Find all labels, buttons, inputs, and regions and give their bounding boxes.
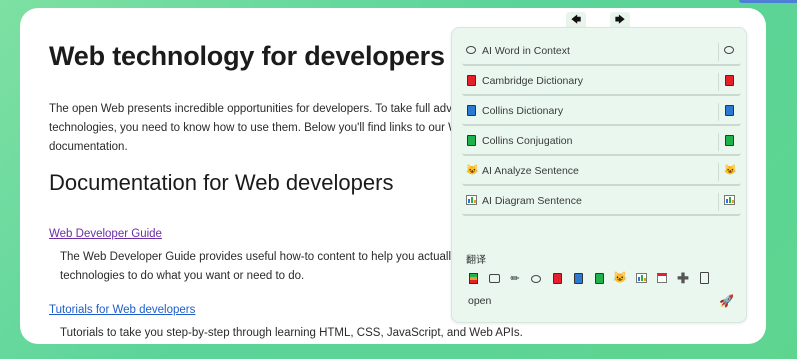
- plus-icon[interactable]: ✚: [676, 270, 690, 286]
- chat-icon[interactable]: [487, 271, 501, 285]
- web-developer-guide-link[interactable]: Web Developer Guide: [49, 228, 162, 240]
- cat-icon: 😺: [466, 165, 479, 176]
- speech-bubble-icon[interactable]: [529, 271, 543, 285]
- cat-icon[interactable]: 😺: [613, 271, 627, 285]
- menu-item-ai-word-in-context[interactable]: AI Word in Context: [462, 40, 741, 66]
- document-content: Web technology for developers The open W…: [49, 8, 479, 344]
- menu-item-label: AI Word in Context: [482, 45, 570, 57]
- menu-item-collins-dictionary[interactable]: Collins Dictionary: [462, 100, 741, 126]
- menu-item-label: AI Analyze Sentence: [482, 165, 579, 177]
- section-heading: Documentation for Web developers: [49, 170, 394, 195]
- open-label[interactable]: open: [468, 295, 491, 307]
- calendar-icon[interactable]: [655, 271, 669, 285]
- speech-bubble-icon[interactable]: [724, 45, 736, 57]
- green-book-icon: [466, 135, 478, 147]
- intro-paragraph-line-1: The open Web presents incredible opportu…: [49, 103, 459, 115]
- menu-item-ai-diagram-sentence[interactable]: AI Diagram Sentence: [462, 190, 741, 216]
- menu-item-label: Collins Conjugation: [482, 135, 573, 147]
- tutorials-link[interactable]: Tutorials for Web developers: [49, 304, 195, 316]
- red-book-icon[interactable]: [724, 75, 736, 87]
- menu-item-collins-conjugation[interactable]: Collins Conjugation: [462, 130, 741, 156]
- speech-bubble-icon: [466, 45, 478, 57]
- dictionary-popup-panel: AI Word in Context Cambridge Dictionary …: [451, 27, 747, 323]
- blue-book-icon[interactable]: [724, 105, 736, 117]
- menu-item-label: AI Diagram Sentence: [482, 195, 582, 207]
- pencil-icon[interactable]: ✏: [508, 271, 522, 285]
- bar-chart-icon: [466, 195, 478, 207]
- clipboard-icon[interactable]: [697, 271, 711, 285]
- menu-item-cambridge-dictionary[interactable]: Cambridge Dictionary: [462, 70, 741, 96]
- rocket-icon[interactable]: 🚀: [719, 294, 734, 308]
- red-book-icon: [466, 75, 478, 87]
- popup-toolbar: ✏ 😺 ✚: [466, 270, 711, 286]
- book-stack-icon[interactable]: [466, 271, 480, 285]
- bar-chart-icon[interactable]: [634, 271, 648, 285]
- page-title: Web technology for developers: [49, 41, 445, 71]
- blue-book-icon: [466, 105, 478, 117]
- translate-label: 翻译: [466, 255, 486, 266]
- guide-description-line-1: The Web Developer Guide provides useful …: [60, 251, 457, 263]
- cat-icon[interactable]: 😺: [724, 165, 736, 177]
- green-book-icon[interactable]: [592, 271, 606, 285]
- tutorials-description: Tutorials to take you step-by-step throu…: [60, 327, 523, 339]
- intro-paragraph-line-2: technologies, you need to know how to us…: [49, 122, 460, 134]
- bar-chart-icon[interactable]: [724, 195, 736, 207]
- top-accent-bar: [739, 0, 797, 3]
- blue-book-icon[interactable]: [571, 271, 585, 285]
- intro-paragraph-line-3: documentation.: [49, 141, 128, 153]
- guide-description-line-2: technologies to do what you want or need…: [60, 270, 305, 282]
- menu-item-ai-analyze-sentence[interactable]: 😺 AI Analyze Sentence 😺: [462, 160, 741, 186]
- menu-item-label: Cambridge Dictionary: [482, 75, 583, 87]
- green-book-icon[interactable]: [724, 135, 736, 147]
- menu-item-label: Collins Dictionary: [482, 105, 564, 117]
- red-book-icon[interactable]: [550, 271, 564, 285]
